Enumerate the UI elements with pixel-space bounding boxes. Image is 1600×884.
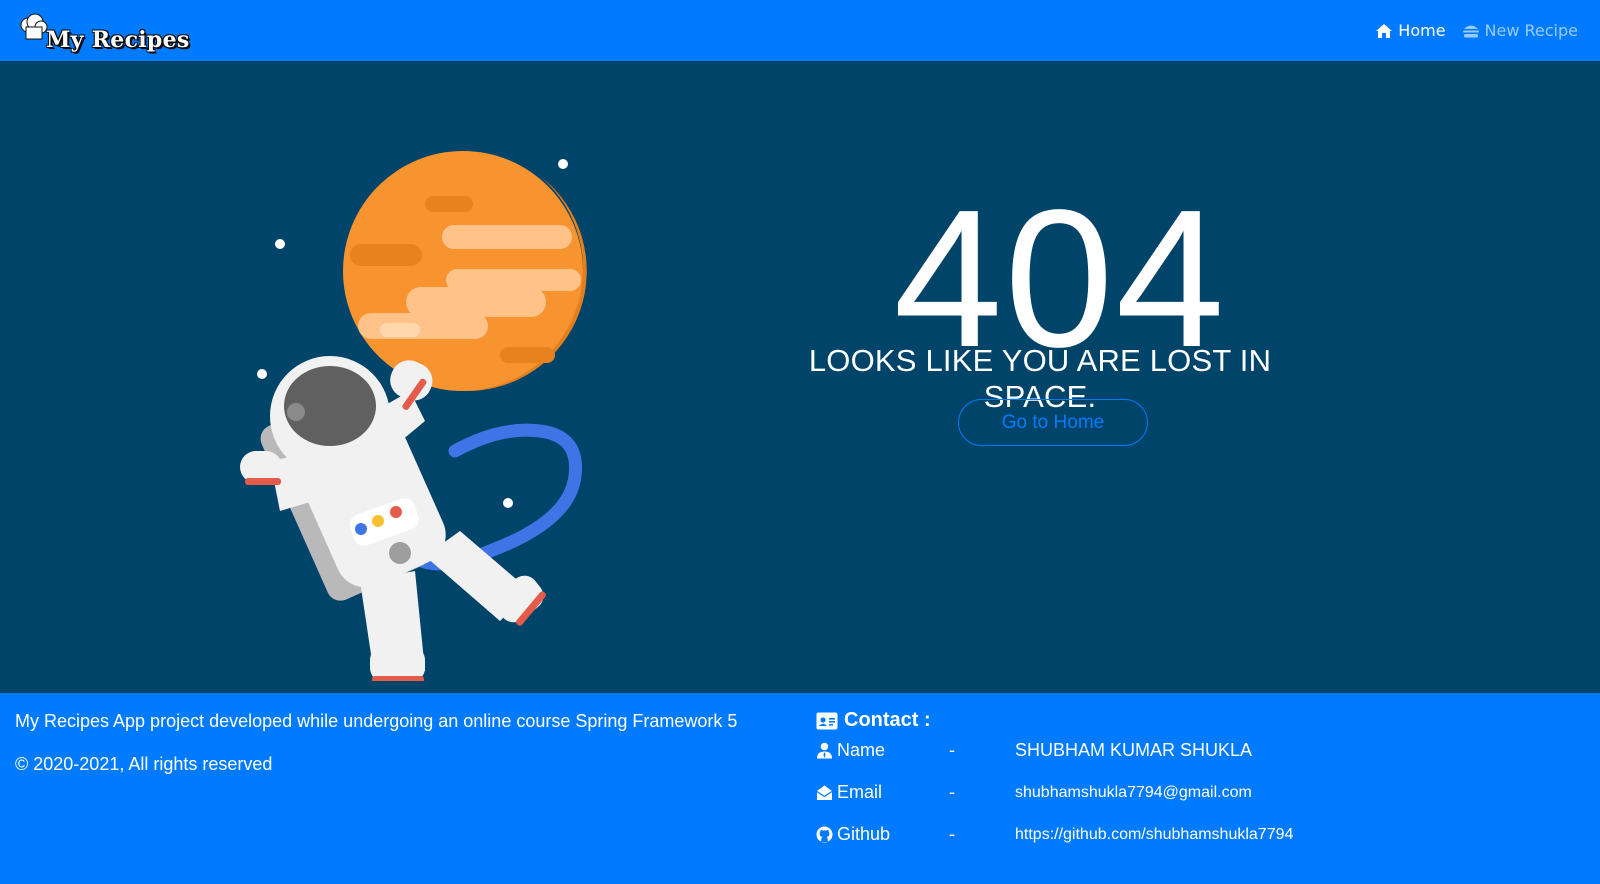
nav-new-recipe-link[interactable]: New Recipe: [1462, 21, 1578, 40]
footer: My Recipes App project developed while u…: [0, 693, 1600, 884]
error-main: 404 LOOKS LIKE YOU ARE LOST IN SPACE. Go…: [0, 61, 1600, 693]
burger-icon: [1462, 25, 1479, 37]
footer-description: My Recipes App project developed while u…: [15, 711, 738, 731]
astronaut: [240, 356, 546, 681]
contact-label-text: Name: [837, 740, 886, 760]
go-to-home-button[interactable]: Go to Home: [958, 399, 1148, 446]
contact-separator: -: [949, 782, 955, 802]
star: [257, 369, 267, 379]
github-icon: [816, 826, 833, 843]
contact-row-name: Name - SHUBHAM KUMAR SHUKLA: [816, 740, 1516, 766]
user-icon: [817, 742, 832, 759]
envelope-icon: [816, 785, 833, 800]
id-card-icon: [816, 712, 838, 729]
contact-github-link[interactable]: https://github.com/shubhamshukla7794: [1015, 826, 1293, 844]
contact-row-email: Email - shubhamshukla7794@gmail.com: [816, 782, 1516, 808]
contact-email-link[interactable]: shubhamshukla7794@gmail.com: [1015, 784, 1252, 802]
chef-hat-icon: [20, 13, 48, 39]
contact-label-text: Email: [837, 782, 883, 802]
contact-heading: Contact :: [816, 709, 931, 732]
contact-title: Contact :: [844, 709, 931, 731]
contact-label-github: Github: [816, 824, 890, 845]
contact-label-email: Email: [816, 782, 882, 803]
brand-name: My Recipes: [46, 26, 190, 53]
nav-home-label: Home: [1398, 21, 1446, 40]
contact-separator: -: [949, 740, 955, 760]
contact-separator: -: [949, 824, 955, 844]
star: [558, 159, 568, 169]
footer-copyright: © 2020-2021, All rights reserved: [15, 754, 273, 774]
star: [275, 239, 285, 249]
contact-name-value: SHUBHAM KUMAR SHUKLA: [1015, 740, 1253, 760]
contact-label-name: Name: [816, 740, 885, 761]
nav-links: Home New Recipe: [1375, 21, 1578, 40]
navbar: My Recipes Home New Recipe: [0, 0, 1600, 61]
contact-label-text: Github: [837, 824, 891, 844]
astronaut-illustration: [240, 151, 587, 681]
nav-new-recipe-label: New Recipe: [1484, 21, 1578, 40]
star: [503, 498, 513, 508]
brand-logo[interactable]: My Recipes: [18, 11, 190, 51]
contact-row-github: Github - https://github.com/shubhamshukl…: [816, 824, 1516, 850]
planet: [343, 151, 587, 392]
nav-home-link[interactable]: Home: [1375, 21, 1446, 40]
home-icon: [1376, 23, 1393, 38]
